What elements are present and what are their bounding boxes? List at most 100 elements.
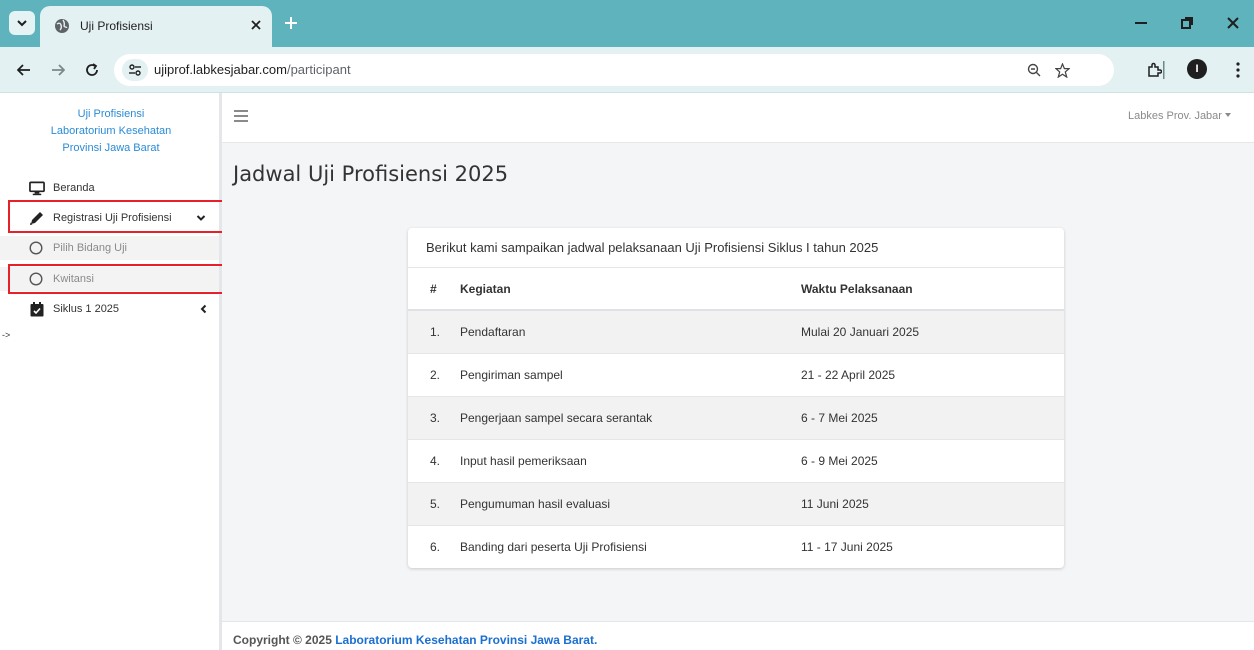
table-row: 5. Pengumuman hasil evaluasi 11 Juni 202… <box>408 482 1064 525</box>
zoom-button[interactable] <box>1024 60 1044 80</box>
zoom-out-icon <box>1027 63 1041 77</box>
brand-line-3: Provinsi Jawa Barat <box>62 142 160 154</box>
cell-kegiatan: Banding dari peserta Uji Profisiensi <box>460 539 647 554</box>
cell-waktu: 11 Juni 2025 <box>801 496 869 511</box>
cell-kegiatan: Input hasil pemeriksaan <box>460 453 587 468</box>
cell-waktu: 6 - 7 Mei 2025 <box>801 410 878 425</box>
close-icon <box>1227 17 1239 29</box>
restore-button[interactable] <box>1174 10 1200 36</box>
url-path: /participant <box>286 62 351 77</box>
sidebar-item-label: Siklus 1 2025 <box>53 303 120 315</box>
divider-icon <box>1163 61 1165 79</box>
sidebar-item-beranda[interactable]: Beranda <box>0 176 219 200</box>
close-window-button[interactable] <box>1220 10 1246 36</box>
toolbar-divider <box>1162 58 1166 82</box>
cell-no: 3. <box>430 410 441 425</box>
profile-avatar[interactable]: I <box>1187 59 1207 79</box>
table-row: 2. Pengiriman sampel 21 - 22 April 2025 <box>408 353 1064 396</box>
site-info-button[interactable] <box>122 59 148 81</box>
calendar-icon <box>29 301 45 317</box>
tune-icon <box>129 64 141 76</box>
reload-button[interactable] <box>80 58 104 82</box>
chevron-left-icon <box>200 304 207 314</box>
main-content: Jadwal Uji Profisiensi 2025 Berikut kami… <box>222 143 1254 621</box>
star-icon <box>1054 62 1070 78</box>
url-text: ujiprof.labkesjabar.com/participant <box>154 62 351 77</box>
brand-line-1: Uji Profisiensi <box>77 108 145 120</box>
more-vertical-icon <box>1236 62 1240 78</box>
cell-waktu: 6 - 9 Mei 2025 <box>801 453 878 468</box>
arrow-right-icon <box>52 64 65 76</box>
back-button[interactable] <box>12 58 36 82</box>
tab-close-button[interactable] <box>246 15 266 35</box>
sidebar-item-label: Beranda <box>53 182 95 194</box>
monitor-icon <box>29 180 45 196</box>
minimize-button[interactable] <box>1128 10 1154 36</box>
caret-down-icon <box>1224 113 1231 117</box>
card-header: Berikut kami sampaikan jadwal pelaksanaa… <box>408 228 1064 268</box>
user-menu[interactable]: Labkes Prov. Jabar <box>1128 110 1231 122</box>
user-menu-label: Labkes Prov. Jabar <box>1128 110 1222 122</box>
address-bar: ujiprof.labkesjabar.com/participant <box>0 47 1254 93</box>
circle-icon <box>28 240 44 256</box>
chevron-down-icon <box>17 19 27 26</box>
sidebar-brand[interactable]: Uji Profisiensi Laboratorium Kesehatan P… <box>8 106 214 157</box>
table-row: 3. Pengerjaan sampel secara serantak 6 -… <box>408 396 1064 439</box>
tab-title: Uji Profisiensi <box>80 19 153 33</box>
annotation-box-2 <box>8 264 235 294</box>
brand-line-2: Laboratorium Kesehatan <box>50 125 172 137</box>
puzzle-icon <box>1148 62 1162 77</box>
cell-no: 5. <box>430 496 441 511</box>
cell-kegiatan: Pengumuman hasil evaluasi <box>460 496 611 511</box>
forward-button[interactable] <box>46 58 70 82</box>
arrow-text: -> <box>2 330 11 340</box>
arrow-left-icon <box>17 64 30 76</box>
cell-kegiatan: Pendaftaran <box>460 324 526 339</box>
copyright-prefix: Copyright © 2025 <box>233 633 336 647</box>
cell-no: 4. <box>430 453 441 468</box>
cell-no: 1. <box>430 324 441 339</box>
cell-kegiatan: Pengerjaan sampel secara serantak <box>460 410 653 425</box>
cell-kegiatan: Pengiriman sampel <box>460 367 563 382</box>
menu-toggle-icon[interactable] <box>234 110 248 122</box>
reload-icon <box>86 63 98 76</box>
annotation-box-1 <box>8 200 237 233</box>
sidebar-item-pilih-bidang-uji[interactable]: Pilih Bidang Uji <box>0 236 219 260</box>
table-row: 4. Input hasil pemeriksaan 6 - 9 Mei 202… <box>408 439 1064 482</box>
table-row: 6. Banding dari peserta Uji Profisiensi … <box>408 525 1064 568</box>
restore-icon <box>1181 17 1193 29</box>
browser-menu-button[interactable] <box>1226 58 1250 82</box>
table-header-row: # Kegiatan Waktu Pelaksanaan <box>408 268 1064 311</box>
tab-search-button[interactable] <box>9 11 35 35</box>
browser-tab[interactable]: Uji Profisiensi <box>40 6 272 47</box>
sidebar-item-siklus[interactable]: Siklus 1 2025 <box>0 297 219 321</box>
url-field[interactable]: ujiprof.labkesjabar.com/participant <box>114 54 1114 86</box>
cell-waktu: 21 - 22 April 2025 <box>801 367 896 382</box>
browser-tab-strip: Uji Profisiensi <box>0 0 1254 47</box>
top-navbar: Labkes Prov. Jabar <box>222 93 1254 143</box>
cell-waktu: 11 - 17 Juni 2025 <box>801 539 893 554</box>
minimize-icon <box>1135 22 1147 24</box>
cell-no: 2. <box>430 367 441 382</box>
schedule-card: Berikut kami sampaikan jadwal pelaksanaa… <box>408 228 1064 568</box>
sidebar: Uji Profisiensi Laboratorium Kesehatan P… <box>0 93 222 650</box>
cell-waktu: Mulai 20 Januari 2025 <box>801 324 920 339</box>
sidebar-item-label: Pilih Bidang Uji <box>53 242 127 254</box>
column-header-kegiatan: Kegiatan <box>442 268 801 311</box>
table-row: 1. Pendaftaran Mulai 20 Januari 2025 <box>408 310 1064 353</box>
footer: Copyright © 2025 Laboratorium Kesehatan … <box>222 621 1254 650</box>
column-header-waktu: Waktu Pelaksanaan <box>801 268 1064 311</box>
close-icon <box>251 20 261 30</box>
globe-icon <box>55 19 69 33</box>
cell-no: 6. <box>430 539 441 554</box>
url-host: ujiprof.labkesjabar.com <box>154 62 287 77</box>
copyright-text: Copyright © 2025 Laboratorium Kesehatan … <box>233 633 597 647</box>
column-header-no: # <box>408 268 442 311</box>
bookmark-button[interactable] <box>1052 60 1072 80</box>
page-title: Jadwal Uji Profisiensi 2025 <box>233 162 509 186</box>
new-tab-button[interactable] <box>280 12 302 34</box>
schedule-table: # Kegiatan Waktu Pelaksanaan 1. Pendafta… <box>408 268 1064 568</box>
plus-icon <box>285 17 297 29</box>
footer-link[interactable]: Laboratorium Kesehatan Provinsi Jawa Bar… <box>335 633 597 647</box>
card-header-text: Berikut kami sampaikan jadwal pelaksanaa… <box>426 240 879 255</box>
